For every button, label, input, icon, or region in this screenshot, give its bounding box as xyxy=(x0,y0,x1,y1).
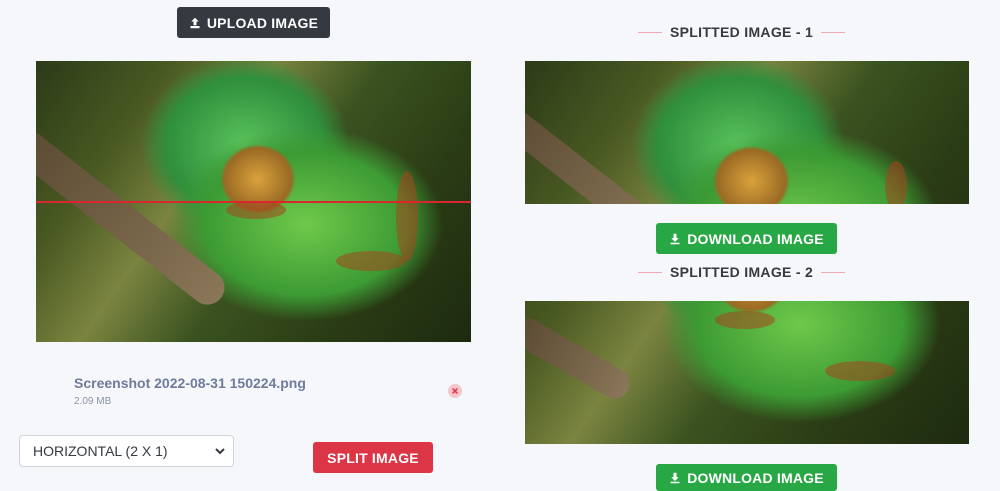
chevron-down-icon xyxy=(215,448,225,455)
download-image-1-label: DOWNLOAD IMAGE xyxy=(687,230,824,247)
result-2-image xyxy=(525,301,969,444)
result-2-heading: SPLITTED IMAGE - 2 xyxy=(638,264,846,280)
remove-file-button[interactable] xyxy=(448,384,462,398)
download-image-1-button[interactable]: DOWNLOAD IMAGE xyxy=(656,223,837,254)
upload-image-button[interactable]: UPLOAD IMAGE xyxy=(177,7,330,38)
file-size: 2.09 MB xyxy=(74,396,112,407)
image-splitter-page: UPLOAD IMAGE Screenshot 2022-08-31 15022… xyxy=(0,0,1000,491)
download-icon xyxy=(670,233,680,244)
upload-icon xyxy=(190,17,200,28)
result-1-heading: SPLITTED IMAGE - 1 xyxy=(638,24,846,40)
file-name: Screenshot 2022-08-31 150224.png xyxy=(74,375,306,391)
split-cut-line[interactable] xyxy=(36,201,471,203)
split-image-button[interactable]: SPLIT IMAGE xyxy=(313,442,433,473)
download-image-2-button[interactable]: DOWNLOAD IMAGE xyxy=(656,464,837,491)
split-image-label: SPLIT IMAGE xyxy=(327,449,419,466)
upload-image-label: UPLOAD IMAGE xyxy=(206,14,319,31)
split-mode-select[interactable]: HORIZONTAL (2 X 1) xyxy=(19,435,234,467)
close-icon xyxy=(452,388,458,394)
result-1-image xyxy=(525,61,969,204)
result-2-title: SPLITTED IMAGE - 2 xyxy=(670,264,814,280)
split-mode-value: HORIZONTAL (2 X 1) xyxy=(33,443,168,459)
download-image-2-label: DOWNLOAD IMAGE xyxy=(687,469,824,486)
result-1-title: SPLITTED IMAGE - 1 xyxy=(670,24,814,40)
download-icon xyxy=(670,472,680,483)
